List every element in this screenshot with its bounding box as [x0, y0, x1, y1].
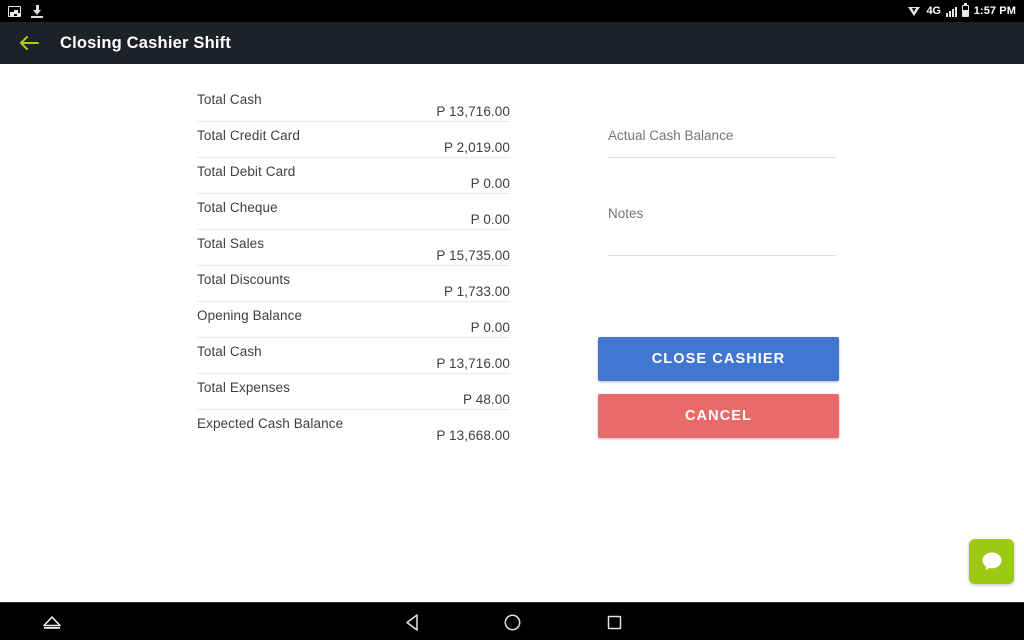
row-value: P 15,735.00: [436, 248, 510, 263]
table-row: Total Cheque P 0.00: [197, 194, 510, 230]
status-bar: 4G 1:57 PM: [0, 0, 1024, 22]
row-label: Total Cash: [197, 344, 262, 359]
row-label: Opening Balance: [197, 308, 303, 323]
row-value: P 13,716.00: [436, 356, 510, 371]
shift-summary-list: Total Cash P 13,716.00 Total Credit Card…: [197, 86, 510, 446]
table-row: Total Discounts P 1,733.00: [197, 266, 510, 302]
wifi-icon: [908, 6, 921, 17]
notes-input[interactable]: [608, 200, 833, 226]
table-row: Total Sales P 15,735.00: [197, 230, 510, 266]
row-value: P 1,733.00: [443, 284, 510, 299]
cancel-button[interactable]: CANCEL: [598, 394, 839, 438]
actual-cash-balance-input[interactable]: [608, 122, 833, 148]
content-area: Total Cash P 13,716.00 Total Credit Card…: [0, 64, 1024, 602]
table-row: Total Debit Card P 0.00: [197, 158, 510, 194]
chat-fab-button[interactable]: [969, 539, 1014, 584]
row-label: Total Sales: [197, 236, 265, 251]
battery-icon: [961, 3, 969, 17]
chat-bubble-icon: [982, 552, 1001, 571]
close-cashier-button[interactable]: CLOSE CASHIER: [598, 337, 839, 381]
row-label: Total Discounts: [197, 272, 291, 287]
row-label: Total Cheque: [197, 200, 278, 215]
status-bar-right: 4G 1:57 PM: [908, 3, 1016, 17]
screenshot-icon: [8, 5, 21, 17]
table-row: Expected Cash Balance P 13,668.00: [197, 410, 510, 446]
signal-icon: [945, 6, 957, 17]
status-bar-clock: 1:57 PM: [973, 5, 1016, 17]
row-label: Total Cash: [197, 92, 262, 107]
row-value: P 0.00: [470, 176, 510, 191]
table-row: Total Cash P 13,716.00: [197, 86, 510, 122]
back-triangle-icon[interactable]: [390, 603, 434, 640]
row-label: Total Debit Card: [197, 164, 296, 179]
row-label: Total Expenses: [197, 380, 290, 395]
row-label: Total Credit Card: [197, 128, 300, 143]
network-type-label: 4G: [926, 5, 941, 17]
eject-icon[interactable]: [32, 603, 72, 640]
recents-square-icon[interactable]: [592, 603, 636, 640]
row-value: P 0.00: [470, 212, 510, 227]
row-value: P 0.00: [470, 320, 510, 335]
app-bar: Closing Cashier Shift: [0, 22, 1024, 64]
page-title: Closing Cashier Shift: [60, 33, 232, 52]
back-arrow-icon[interactable]: [14, 28, 44, 58]
notes-underline: [608, 255, 836, 256]
status-bar-left: [8, 4, 43, 18]
table-row: Total Credit Card P 2,019.00: [197, 122, 510, 158]
actual-cash-balance-underline: [608, 157, 836, 158]
row-value: P 2,019.00: [443, 140, 510, 155]
android-nav-bar: [0, 602, 1024, 640]
row-value: P 13,716.00: [436, 104, 510, 119]
home-circle-icon[interactable]: [490, 603, 534, 640]
row-label: Expected Cash Balance: [197, 416, 344, 431]
download-icon: [31, 4, 43, 18]
table-row: Opening Balance P 0.00: [197, 302, 510, 338]
table-row: Total Expenses P 48.00: [197, 374, 510, 410]
row-value: P 48.00: [463, 392, 510, 407]
screen-root: 4G 1:57 PM Closing Cashier Shift Total C…: [0, 0, 1024, 640]
row-value: P 13,668.00: [436, 428, 510, 443]
table-row: Total Cash P 13,716.00: [197, 338, 510, 374]
